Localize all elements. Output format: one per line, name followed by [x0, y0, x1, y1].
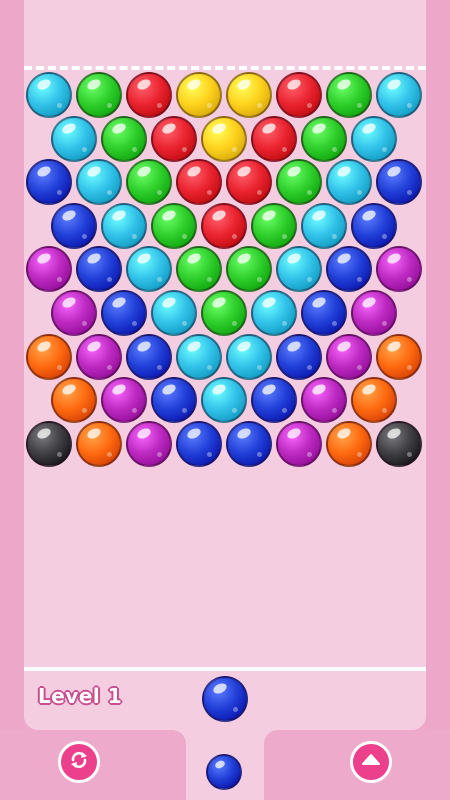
bubble-blue	[226, 421, 272, 467]
bubble-green	[326, 72, 372, 118]
bubble-gray	[376, 421, 422, 467]
bubble-magenta	[126, 421, 172, 467]
bubble-cyan	[301, 203, 347, 249]
bubble-gray	[26, 421, 72, 467]
bubble-green	[76, 72, 122, 118]
bubble-orange	[26, 334, 72, 380]
bubble-red	[151, 116, 197, 162]
bubble-magenta	[301, 377, 347, 423]
bubble-green	[301, 116, 347, 162]
game-screen: Level 1	[0, 0, 450, 800]
bubble-red	[276, 72, 322, 118]
bubble-yellow	[176, 72, 222, 118]
bubble-magenta	[101, 377, 147, 423]
bubble-blue	[26, 159, 72, 205]
bubble-blue	[126, 334, 172, 380]
bubble-blue	[351, 203, 397, 249]
bubble-magenta	[276, 421, 322, 467]
bubble-magenta	[51, 290, 97, 336]
bubble-green	[101, 116, 147, 162]
bubble-blue	[176, 421, 222, 467]
bubble-magenta	[76, 334, 122, 380]
bubble-orange	[376, 334, 422, 380]
bubble-green	[226, 246, 272, 292]
up-button[interactable]	[350, 741, 392, 783]
bubble-green	[276, 159, 322, 205]
bubble-cyan	[176, 334, 222, 380]
bubble-cyan	[151, 290, 197, 336]
bubble-yellow	[201, 116, 247, 162]
bubble-magenta	[326, 334, 372, 380]
bubble-yellow	[226, 72, 272, 118]
bubble-red	[126, 72, 172, 118]
bubble-cyan	[51, 116, 97, 162]
bubble-cyan	[201, 377, 247, 423]
bubble-magenta	[26, 246, 72, 292]
bubble-blue	[51, 203, 97, 249]
bubble-cyan	[101, 203, 147, 249]
bubble-green	[201, 290, 247, 336]
top-dashed-line	[24, 66, 426, 70]
bubble-blue	[251, 377, 297, 423]
bubble-cyan	[326, 159, 372, 205]
left-wall	[0, 0, 24, 740]
bubble-orange	[351, 377, 397, 423]
bubble-red	[251, 116, 297, 162]
bubble-red	[201, 203, 247, 249]
bubble-cyan	[76, 159, 122, 205]
bubble-blue	[101, 290, 147, 336]
bubble-red	[226, 159, 272, 205]
bubble-green	[151, 203, 197, 249]
bubble-green	[251, 203, 297, 249]
current-bubble[interactable]	[202, 676, 248, 722]
bubble-blue	[76, 246, 122, 292]
bubble-blue	[376, 159, 422, 205]
bubble-orange	[51, 377, 97, 423]
bubble-orange	[326, 421, 372, 467]
bubble-blue	[301, 290, 347, 336]
swap-icon	[68, 749, 90, 775]
level-label: Level 1	[38, 684, 123, 708]
bubble-cyan	[251, 290, 297, 336]
bubble-red	[176, 159, 222, 205]
bubble-green	[176, 246, 222, 292]
bubble-magenta	[376, 246, 422, 292]
bubble-orange	[76, 421, 122, 467]
right-wall	[426, 0, 450, 740]
swap-button[interactable]	[58, 741, 100, 783]
bubble-cyan	[226, 334, 272, 380]
up-arrow-icon	[360, 749, 382, 775]
bubble-blue	[276, 334, 322, 380]
bubble-cyan	[26, 72, 72, 118]
bubble-green	[126, 159, 172, 205]
bubble-cyan	[376, 72, 422, 118]
next-bubble[interactable]	[206, 754, 242, 790]
bubble-blue	[326, 246, 372, 292]
bubble-magenta	[351, 290, 397, 336]
bubble-cyan	[126, 246, 172, 292]
shooter-line	[24, 667, 426, 671]
bubble-blue	[151, 377, 197, 423]
bubble-cyan	[276, 246, 322, 292]
bubble-cyan	[351, 116, 397, 162]
